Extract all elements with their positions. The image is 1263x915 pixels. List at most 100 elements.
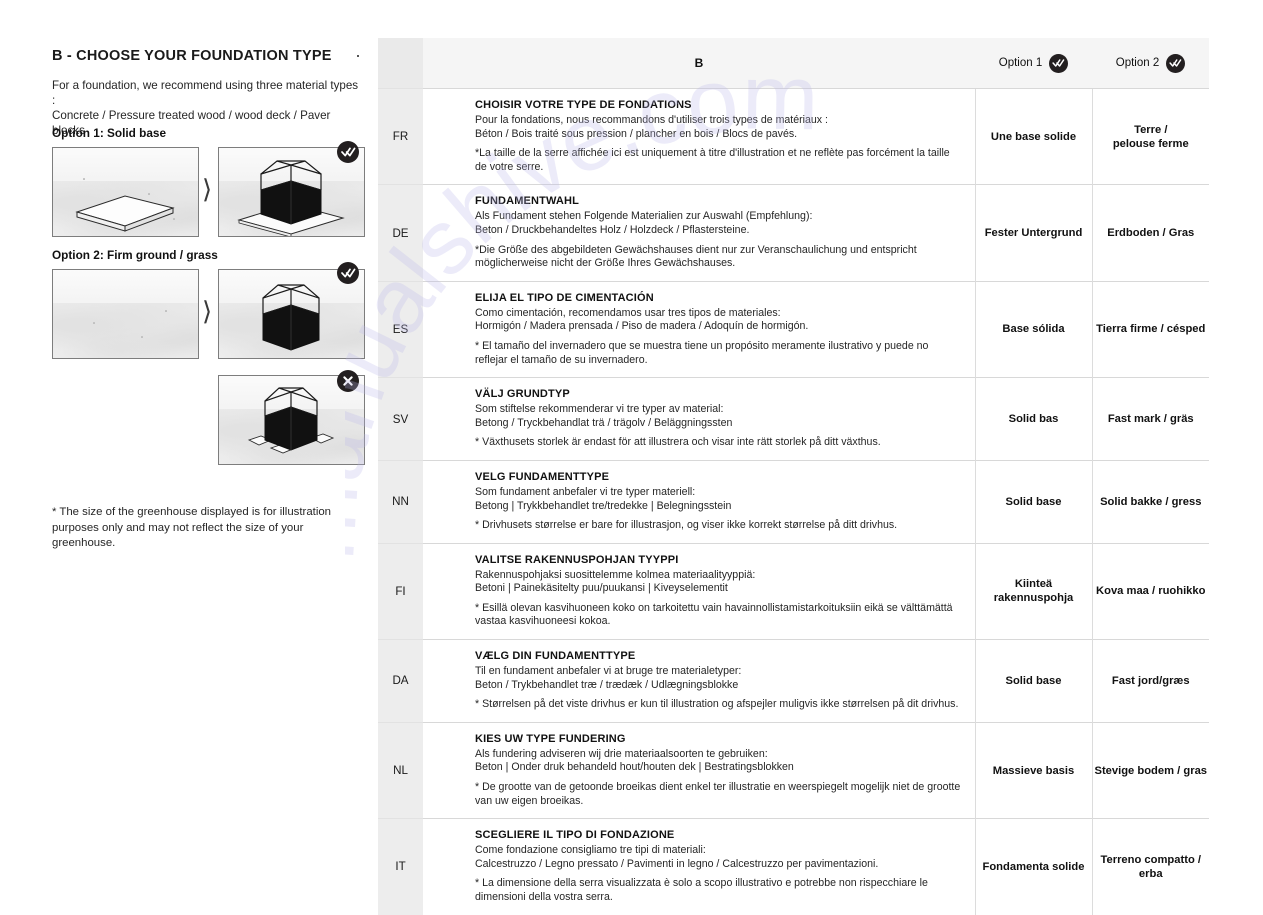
row-option1-value: Massieve basis	[974, 721, 1092, 819]
row-option1-value: Solid base	[974, 639, 1092, 723]
table-row: SV VÄLJ GRUNDTYP Som stiftelse rekommender…	[378, 377, 1209, 461]
row-title: SCEGLIERE IL TIPO DI FONDAZIONE	[475, 829, 675, 842]
row-option2-value: Tierra firme / césped	[1091, 280, 1209, 378]
option2-heading: Option 2: Firm ground / grass	[52, 248, 218, 262]
table-row: DA VÆLG DIN FUNDAMENTTYPE Til en fundament…	[378, 639, 1209, 723]
double-check-icon	[340, 147, 355, 157]
row-note: * Växthusets storlek är endast för att i…	[475, 436, 881, 449]
header-option1: Option 1	[975, 38, 1092, 89]
table-row: FR CHOISIR VOTRE TYPE DE FONDATIONS Pour l…	[378, 87, 1209, 185]
row-note: * De grootte van de getoonde broeikas di…	[475, 781, 961, 807]
row-body: SCEGLIERE IL TIPO DI FONDAZIONE Come fond…	[423, 818, 975, 915]
row-material-line: Som stiftelse rekommenderar vi tre typer…	[475, 403, 724, 416]
row-material-line: Beton / Druckbehandeltes Holz / Holzdeck…	[475, 223, 750, 236]
close-x-icon	[343, 376, 353, 386]
row-title: ELIJA EL TIPO DE CIMENTACIÓN	[475, 291, 654, 304]
row-language-code: DA	[378, 639, 423, 723]
row-material-line: Til en fundament anbefaler vi at bruge t…	[475, 665, 742, 678]
row-option2-value: Terreno compatto / erba	[1091, 818, 1209, 915]
row-body: KIES UW TYPE FUNDERING Als fundering advi…	[423, 721, 975, 819]
row-material-line: Calcestruzzo / Legno pressato / Paviment…	[475, 857, 879, 870]
table-row: DE FUNDAMENTWAHL Als Fundament stehen Folg…	[378, 184, 1209, 282]
row-language-code: ES	[378, 280, 423, 378]
row-material-line: Betoni | Painekäsitelty puu/puukansi | K…	[475, 582, 728, 595]
header-section-b: B	[423, 38, 975, 89]
row-language-code: SV	[378, 377, 423, 461]
row-option1-value: Fondamenta solide	[974, 818, 1092, 915]
row-material-line: Como cimentación, recomendamos usar tres…	[475, 306, 781, 319]
row-title: VÄLJ GRUNDTYP	[475, 388, 570, 401]
row-language-code: FR	[378, 87, 423, 185]
row-title: VÆLG DIN FUNDAMENTTYPE	[475, 650, 636, 663]
left-instruction-panel: B - CHOOSE YOUR FOUNDATION TYPE For a fo…	[0, 0, 378, 893]
row-material-line: Béton / Bois traité sous pression / plan…	[475, 127, 798, 140]
row-material-line: Betong / Tryckbehandlat trä / trägolv / …	[475, 416, 733, 429]
row-option1-value: Fester Untergrund	[974, 184, 1092, 282]
row-language-code: NN	[378, 459, 423, 544]
illustration-slab-on-ground	[52, 147, 199, 237]
illustration-ground	[53, 303, 198, 358]
check-badge-option2	[337, 262, 359, 284]
intro-line-1: For a foundation, we recommend using thr…	[52, 79, 359, 107]
row-material-line: Betong | Trykkbehandlet tre/tredekke | B…	[475, 499, 732, 512]
row-material-line: Als fundering adviseren wij drie materia…	[475, 747, 768, 760]
table-row: NL KIES UW TYPE FUNDERING Als fundering ad…	[378, 721, 1209, 819]
double-check-icon	[1166, 53, 1186, 73]
row-language-code: NL	[378, 721, 423, 819]
row-body: FUNDAMENTWAHL Als Fundament stehen Folgen…	[423, 184, 975, 282]
row-title: KIES UW TYPE FUNDERING	[475, 732, 626, 745]
row-material-line: Pour la fondations, nous recommandons d'…	[475, 114, 828, 126]
table-row: NN VELG FUNDAMENTTYPE Som fundament anbefa…	[378, 459, 1209, 544]
row-option2-value: Stevige bodem / gras	[1091, 721, 1209, 819]
row-material-line: Beton | Onder druk behandeld hout/houten…	[475, 761, 794, 774]
table-header-row: B Option 1 Option 2	[378, 38, 1209, 89]
row-note: * Størrelsen på det viste drivhus er kun…	[475, 698, 959, 711]
row-note: * Esillä olevan kasvihuoneen koko on tar…	[475, 601, 953, 628]
row-language-code: DE	[378, 184, 423, 282]
translations-table-wrapper: B Option 1 Option 2 FR CHOISIR VOTRE TYP…	[378, 38, 1209, 915]
table-row: IT SCEGLIERE IL TIPO DI FONDAZIONE Come fo…	[378, 818, 1209, 915]
row-material-line: Come fondazione consigliamo tre tipi di …	[475, 844, 706, 857]
row-note: * La dimensione della serra visualizzata…	[475, 877, 928, 903]
row-option1-value: Solid base	[974, 459, 1092, 544]
footnote-text: * The size of the greenhouse displayed i…	[52, 506, 332, 549]
row-title: VELG FUNDAMENTTYPE	[475, 470, 610, 483]
header-language-col	[378, 38, 423, 89]
table-body: FR CHOISIR VOTRE TYPE DE FONDATIONS Pour l…	[378, 87, 1209, 915]
row-option2-value: Solid bakke / gress	[1091, 459, 1209, 544]
table-row: FI VALITSE RAKENNUSPOHJAN TYYPPI Rakennusp…	[378, 542, 1209, 640]
greenhouse-on-ground-drawing	[262, 284, 320, 351]
row-option2-value: Kova maa / ruohikko	[1091, 542, 1209, 640]
illustration-sky	[53, 270, 198, 306]
header-option2-label: Option 2	[1115, 57, 1160, 69]
row-body: ELIJA EL TIPO DE CIMENTACIÓN Como cimenta…	[423, 280, 975, 378]
illustration-firm-ground-empty	[52, 269, 199, 359]
row-body: VELG FUNDAMENTTYPE Som fundament anbefale…	[423, 459, 975, 544]
page-title: B - CHOOSE YOUR FOUNDATION TYPE	[52, 48, 332, 64]
row-material-line: Rakennuspohjaksi suosittelemme kolmea ma…	[475, 568, 756, 581]
row-material-line: Hormigón / Madera prensada / Piso de mad…	[475, 320, 809, 333]
table-header: B Option 1 Option 2	[378, 38, 1209, 89]
row-title: CHOISIR VOTRE TYPE DE FONDATIONS	[475, 99, 692, 111]
row-option2-value: Fast jord/græs	[1091, 639, 1209, 723]
row-title: FUNDAMENTWAHL	[475, 195, 579, 208]
row-material-line: Som fundament anbefaler vi tre typer mat…	[475, 485, 696, 498]
row-note: *La taille de la serre affichée ici est …	[475, 147, 950, 173]
row-option1-value: Une base solide	[974, 87, 1092, 185]
row-body: VÄLJ GRUNDTYP Som stiftelse rekommenderar…	[423, 377, 975, 461]
row-note: *Die Größe des abgebildeten Gewächshause…	[475, 243, 917, 270]
row-note: * El tamaño del invernadero que se muest…	[475, 339, 929, 366]
slab-drawing	[75, 195, 175, 232]
flow-arrow-icon: ⟩	[202, 297, 213, 326]
row-language-code: IT	[378, 818, 423, 915]
row-title: VALITSE RAKENNUSPOHJAN TYYPPI	[475, 553, 679, 566]
cross-badge-not-allowed	[337, 370, 359, 392]
row-body: CHOISIR VOTRE TYPE DE FONDATIONS Pour la …	[423, 87, 975, 185]
flow-arrow-icon: ⟩	[202, 175, 213, 204]
row-option2-value: Terre / pelouse ferme	[1091, 87, 1209, 185]
row-note: * Drivhusets størrelse er bare for illus…	[475, 519, 898, 532]
row-body: VALITSE RAKENNUSPOHJAN TYYPPI Rakennuspoh…	[423, 542, 975, 640]
option1-heading: Option 1: Solid base	[52, 126, 167, 140]
table-row: ES ELIJA EL TIPO DE CIMENTACIÓN Como cimen…	[378, 280, 1209, 378]
row-language-code: FI	[378, 542, 423, 640]
